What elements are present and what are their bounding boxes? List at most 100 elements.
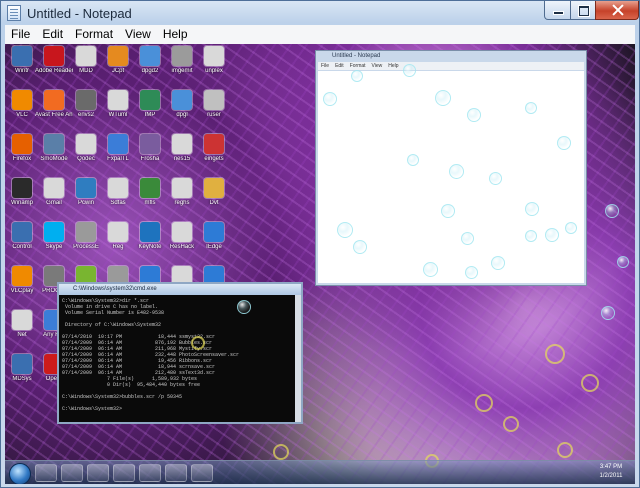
bubble	[605, 204, 619, 218]
cmd-scrollbar	[295, 295, 301, 422]
bubble	[491, 256, 505, 270]
desktop-icon: dpgd2	[135, 46, 165, 80]
desktop-icon: KeyNote	[135, 222, 165, 256]
desktop-icon: dpgl	[167, 90, 197, 124]
app-icon	[108, 178, 128, 198]
menu-format[interactable]: Format	[69, 25, 119, 44]
desktop-icon-label: unplex	[205, 68, 223, 74]
bubble	[461, 232, 474, 245]
desktop-icon: Firefox	[7, 134, 37, 168]
app-icon	[44, 90, 64, 110]
app-icon	[44, 178, 64, 198]
bubble	[557, 442, 573, 458]
app-icon	[140, 134, 160, 154]
desktop-icon: Reg	[103, 222, 133, 256]
app-icon	[204, 90, 224, 110]
bubble	[449, 164, 464, 179]
bubble	[403, 64, 416, 77]
desktop-icon: Dvt	[199, 178, 229, 212]
notepad-icon	[7, 5, 21, 21]
cmd-title: C:\Windows\system32\cmd.exe	[59, 284, 301, 295]
bubble	[353, 240, 367, 254]
bubble	[525, 202, 539, 216]
app-icon	[76, 178, 96, 198]
app-icon	[172, 134, 192, 154]
bubble	[467, 108, 481, 122]
menu-file[interactable]: File	[5, 25, 36, 44]
bubble	[441, 204, 455, 218]
start-orb-icon	[9, 463, 31, 484]
app-icon	[44, 222, 64, 242]
bubble	[545, 228, 559, 242]
desktop-icon: Pcwin	[71, 178, 101, 212]
bubble	[337, 222, 353, 238]
app-icon	[108, 46, 128, 66]
command-prompt-window: C:\Windows\system32\cmd.exe C:\Windows\S…	[57, 282, 303, 424]
bubble	[565, 222, 577, 234]
app-icon	[12, 46, 32, 66]
app-icon	[12, 222, 32, 242]
desktop-icon: mfls	[135, 178, 165, 212]
app-icon	[108, 90, 128, 110]
app-icon	[140, 46, 160, 66]
desktop-icon: Frosha	[135, 134, 165, 168]
bubble	[191, 336, 205, 350]
maximize-icon	[579, 6, 589, 16]
desktop-icon: eingets	[199, 134, 229, 168]
bubble	[557, 136, 571, 150]
menu-view[interactable]: View	[119, 25, 157, 44]
app-icon	[204, 178, 224, 198]
bubble	[351, 70, 363, 82]
cmd-output: C:\Windows\System32>dir *.scr Volume in …	[62, 298, 293, 420]
desktop-icon: Qodec	[71, 134, 101, 168]
bubble	[525, 102, 537, 114]
desktop-icon: MDSys	[7, 354, 37, 388]
app-icon	[44, 46, 64, 66]
app-icon	[12, 266, 32, 286]
desktop-icon: Winamp	[7, 178, 37, 212]
desktop-icon: nes15	[167, 134, 197, 168]
app-icon	[76, 90, 96, 110]
app-icon	[12, 134, 32, 154]
menu-help[interactable]: Help	[157, 25, 194, 44]
desktop-icon: ruser	[199, 90, 229, 124]
app-icon	[44, 134, 64, 154]
desktop-icon: Net	[7, 310, 37, 344]
desktop-icon-label: eingets	[204, 156, 224, 162]
bubble	[617, 256, 629, 268]
text-area-screenshot-content[interactable]: Wintr Adobe Reader MDD JCpt dpgd2 imgemit unpl…	[5, 44, 635, 484]
desktop-icon: VLCplay	[7, 266, 37, 300]
desktop-icon: Avast Free Antivirus	[35, 90, 73, 124]
desktop-icon: VLC	[7, 90, 37, 124]
app-icon	[12, 310, 32, 330]
minimize-button[interactable]	[544, 1, 571, 20]
inner-menu-help: Help	[388, 63, 399, 69]
maximize-button[interactable]	[570, 1, 596, 20]
bubble	[601, 306, 615, 320]
taskbar-folder-icon	[113, 464, 135, 482]
tray-time: 3:47 PM	[599, 464, 623, 470]
desktop-icon: Gmail	[39, 178, 69, 212]
desktop-icon: IMP	[135, 90, 165, 124]
inner-menu-view: View	[371, 63, 383, 69]
inner-menu-format: Format	[349, 63, 366, 69]
taskbar-media-icon	[87, 464, 109, 482]
close-button[interactable]	[595, 1, 639, 20]
desktop-icon: IEdge	[199, 222, 229, 256]
tray-clock: 3:47 PM 1/2/2011	[591, 463, 631, 481]
bubble	[503, 416, 519, 432]
bubble	[423, 262, 438, 277]
title-bar[interactable]: Untitled - Notepad	[1, 1, 639, 25]
app-icon	[172, 178, 192, 198]
bubble	[407, 154, 419, 166]
app-icon	[204, 222, 224, 242]
app-icon	[12, 178, 32, 198]
tray-date: 1/2/2011	[599, 473, 623, 479]
desktop-icon: Wintr	[7, 46, 37, 80]
app-icon	[12, 354, 32, 374]
desktop-icon: unplex	[199, 46, 229, 80]
inner-menu-bar: File Edit Format View Help	[318, 62, 584, 70]
desktop-icon-label: IEdge	[206, 244, 222, 250]
app-icon	[76, 222, 96, 242]
menu-edit[interactable]: Edit	[36, 25, 69, 44]
